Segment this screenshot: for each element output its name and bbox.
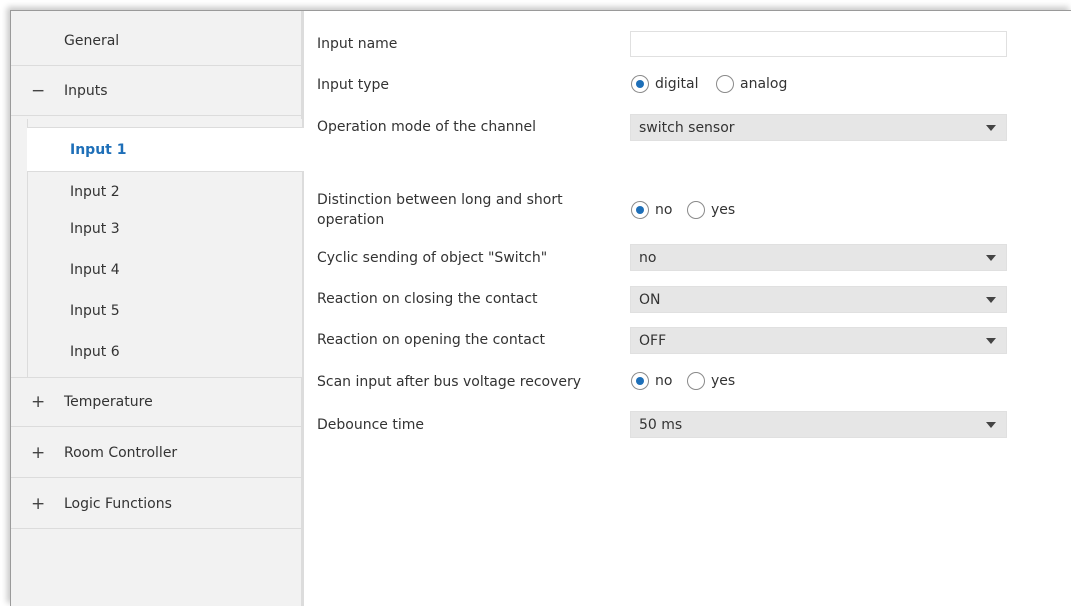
minus-icon[interactable]: − — [31, 81, 45, 101]
debounce-time-label: Debounce time — [317, 417, 424, 433]
radio-label: analog — [740, 76, 788, 92]
sidebar-subitem-input-6[interactable]: Input 6 — [70, 342, 120, 362]
sidebar-item-label: Room Controller — [64, 444, 178, 461]
radio-label: yes — [711, 373, 736, 389]
sidebar-item-logic-functions[interactable]: + Logic Functions — [11, 479, 301, 529]
dropdown-value: switch sensor — [639, 119, 735, 136]
radio-label: no — [655, 202, 673, 218]
plus-icon[interactable]: + — [31, 392, 45, 412]
chevron-down-icon — [986, 296, 996, 303]
chevron-down-icon — [986, 254, 996, 261]
radio-unchecked-icon[interactable] — [687, 372, 705, 390]
sidebar: General − Inputs Input 1 Input 2 Input 3… — [11, 11, 304, 606]
sidebar-subitem-input-5[interactable]: Input 5 — [70, 301, 120, 321]
cyclic-sending-label: Cyclic sending of object "Switch" — [317, 250, 548, 266]
scan-input-label: Scan input after bus voltage recovery — [317, 374, 582, 390]
radio-label: digital — [655, 76, 699, 92]
sidebar-item-temperature[interactable]: + Temperature — [11, 377, 301, 427]
input-type-label: Input type — [317, 77, 389, 93]
distinction-label-line2: operation — [317, 212, 385, 228]
plus-icon[interactable]: + — [31, 443, 45, 463]
radio-checked-icon[interactable] — [631, 372, 649, 390]
radio-label: no — [655, 373, 673, 389]
radio-unchecked-icon[interactable] — [687, 201, 705, 219]
sidebar-subitem-input-3[interactable]: Input 3 — [70, 219, 120, 239]
operation-mode-label: Operation mode of the channel — [317, 119, 537, 135]
operation-mode-dropdown[interactable]: switch sensor — [630, 114, 1007, 141]
input-name-field[interactable] — [630, 31, 1007, 57]
app-window: General − Inputs Input 1 Input 2 Input 3… — [10, 10, 1071, 606]
dropdown-value: OFF — [639, 332, 667, 349]
radio-checked-icon[interactable] — [631, 75, 649, 93]
dropdown-value: 50 ms — [639, 416, 683, 433]
reaction-opening-label: Reaction on opening the contact — [317, 332, 545, 348]
sidebar-item-label: Inputs — [64, 82, 108, 99]
sidebar-subitem-input-4[interactable]: Input 4 — [70, 260, 120, 280]
input-name-label: Input name — [317, 36, 398, 52]
reaction-closing-label: Reaction on closing the contact — [317, 291, 538, 307]
chevron-down-icon — [986, 124, 996, 131]
sidebar-subitem-input-1[interactable]: Input 1 — [27, 127, 304, 172]
reaction-closing-dropdown[interactable]: ON — [630, 286, 1007, 313]
dropdown-value: no — [639, 249, 657, 266]
sidebar-item-general[interactable]: General — [11, 16, 301, 66]
sidebar-item-label: General — [64, 32, 120, 49]
distinction-label-line1: Distinction between long and short — [317, 192, 563, 208]
dropdown-value: ON — [639, 291, 661, 308]
sidebar-item-label: Logic Functions — [64, 495, 172, 512]
plus-icon[interactable]: + — [31, 494, 45, 514]
radio-checked-icon[interactable] — [631, 201, 649, 219]
sidebar-item-label: Temperature — [64, 394, 153, 410]
cyclic-sending-dropdown[interactable]: no — [630, 244, 1007, 271]
radio-label: yes — [711, 202, 736, 218]
sidebar-subitem-label: Input 1 — [70, 141, 127, 158]
radio-unchecked-icon[interactable] — [716, 75, 734, 93]
chevron-down-icon — [986, 337, 996, 344]
sidebar-item-inputs[interactable]: − Inputs — [11, 66, 301, 116]
reaction-opening-dropdown[interactable]: OFF — [630, 327, 1007, 354]
debounce-time-dropdown[interactable]: 50 ms — [630, 411, 1007, 438]
sidebar-item-room-controller[interactable]: + Room Controller — [11, 428, 301, 478]
sidebar-subitem-input-2[interactable]: Input 2 — [70, 182, 120, 202]
chevron-down-icon — [986, 421, 996, 428]
